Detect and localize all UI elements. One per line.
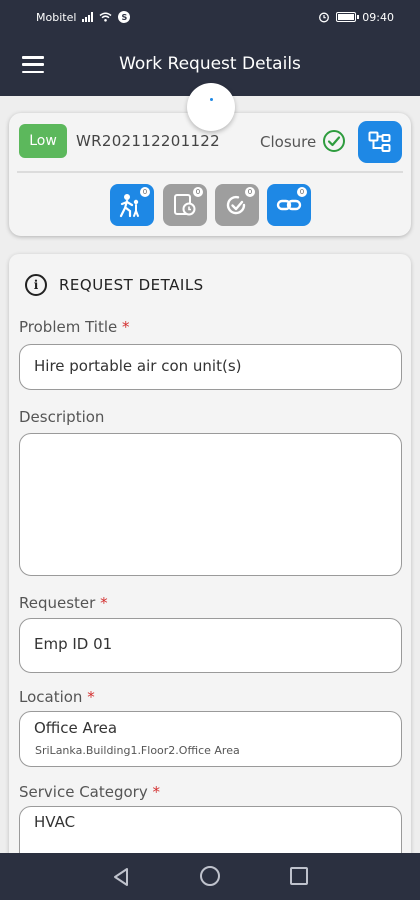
location-value: Office Area — [34, 719, 118, 737]
location-path: SriLanka.Building1.Floor2.Office Area — [35, 744, 240, 757]
sign-off-button[interactable]: 0 — [215, 184, 259, 226]
wifi-icon — [99, 12, 112, 22]
section-header: i REQUEST DETAILS — [25, 274, 204, 296]
system-navigation-bar — [0, 853, 420, 900]
page-title: Work Request Details — [119, 54, 301, 74]
request-number: WR202112201122 — [76, 132, 220, 150]
home-icon[interactable] — [200, 866, 220, 886]
problem-title-field[interactable]: Hire portable air con unit(s) — [19, 344, 402, 390]
summary-divider — [17, 171, 403, 173]
back-icon[interactable] — [112, 867, 130, 887]
workflow-icon — [368, 131, 391, 152]
request-summary-card: Low WR202112201122 Closure 0 0 0 0 — [9, 113, 411, 236]
required-mark: * — [100, 594, 108, 612]
location-field[interactable]: Office Area SriLanka.Building1.Floor2.Of… — [19, 711, 402, 767]
required-mark: * — [87, 688, 95, 706]
requester-field[interactable]: Emp ID 01 — [19, 618, 402, 673]
description-label: Description — [19, 408, 105, 426]
battery-icon — [336, 12, 360, 22]
schedule-button[interactable]: 0 — [163, 184, 207, 226]
link-icon — [276, 199, 302, 211]
check-circle-icon — [323, 130, 345, 152]
alarm-icon — [319, 12, 330, 23]
clock: 09:40 — [362, 10, 394, 24]
notification-badge-icon: S — [118, 11, 131, 23]
schedule-count-badge: 0 — [193, 187, 203, 197]
description-field[interactable] — [19, 433, 402, 576]
workflow-button[interactable] — [358, 121, 402, 163]
problem-title-label: Problem Title * — [19, 318, 130, 336]
refresh-indicator — [187, 83, 235, 131]
location-label: Location * — [19, 688, 95, 706]
service-category-value: HVAC — [34, 813, 76, 831]
assignee-count-badge: 0 — [140, 187, 150, 197]
service-category-label: Service Category * — [19, 783, 161, 801]
signal-icon — [82, 12, 94, 22]
problem-title-value: Hire portable air con unit(s) — [34, 357, 242, 375]
assignee-button[interactable]: 0 — [110, 184, 154, 226]
required-mark: * — [122, 318, 130, 336]
link-button[interactable]: 0 — [267, 184, 311, 226]
request-details-card: i REQUEST DETAILS Problem Title * Hire p… — [9, 254, 411, 874]
link-count-badge: 0 — [297, 187, 307, 197]
status-bar: Mobitel S 09:40 — [0, 0, 420, 34]
info-icon: i — [25, 274, 47, 296]
section-title: REQUEST DETAILS — [59, 276, 204, 294]
requester-value: Emp ID 01 — [34, 635, 113, 653]
sign-off-count-badge: 0 — [245, 187, 255, 197]
recent-apps-icon[interactable] — [290, 867, 308, 885]
carrier-label: Mobitel — [36, 10, 77, 24]
priority-badge: Low — [19, 124, 67, 158]
status-label: Closure — [260, 133, 317, 151]
required-mark: * — [152, 783, 161, 801]
requester-label: Requester * — [19, 594, 108, 612]
